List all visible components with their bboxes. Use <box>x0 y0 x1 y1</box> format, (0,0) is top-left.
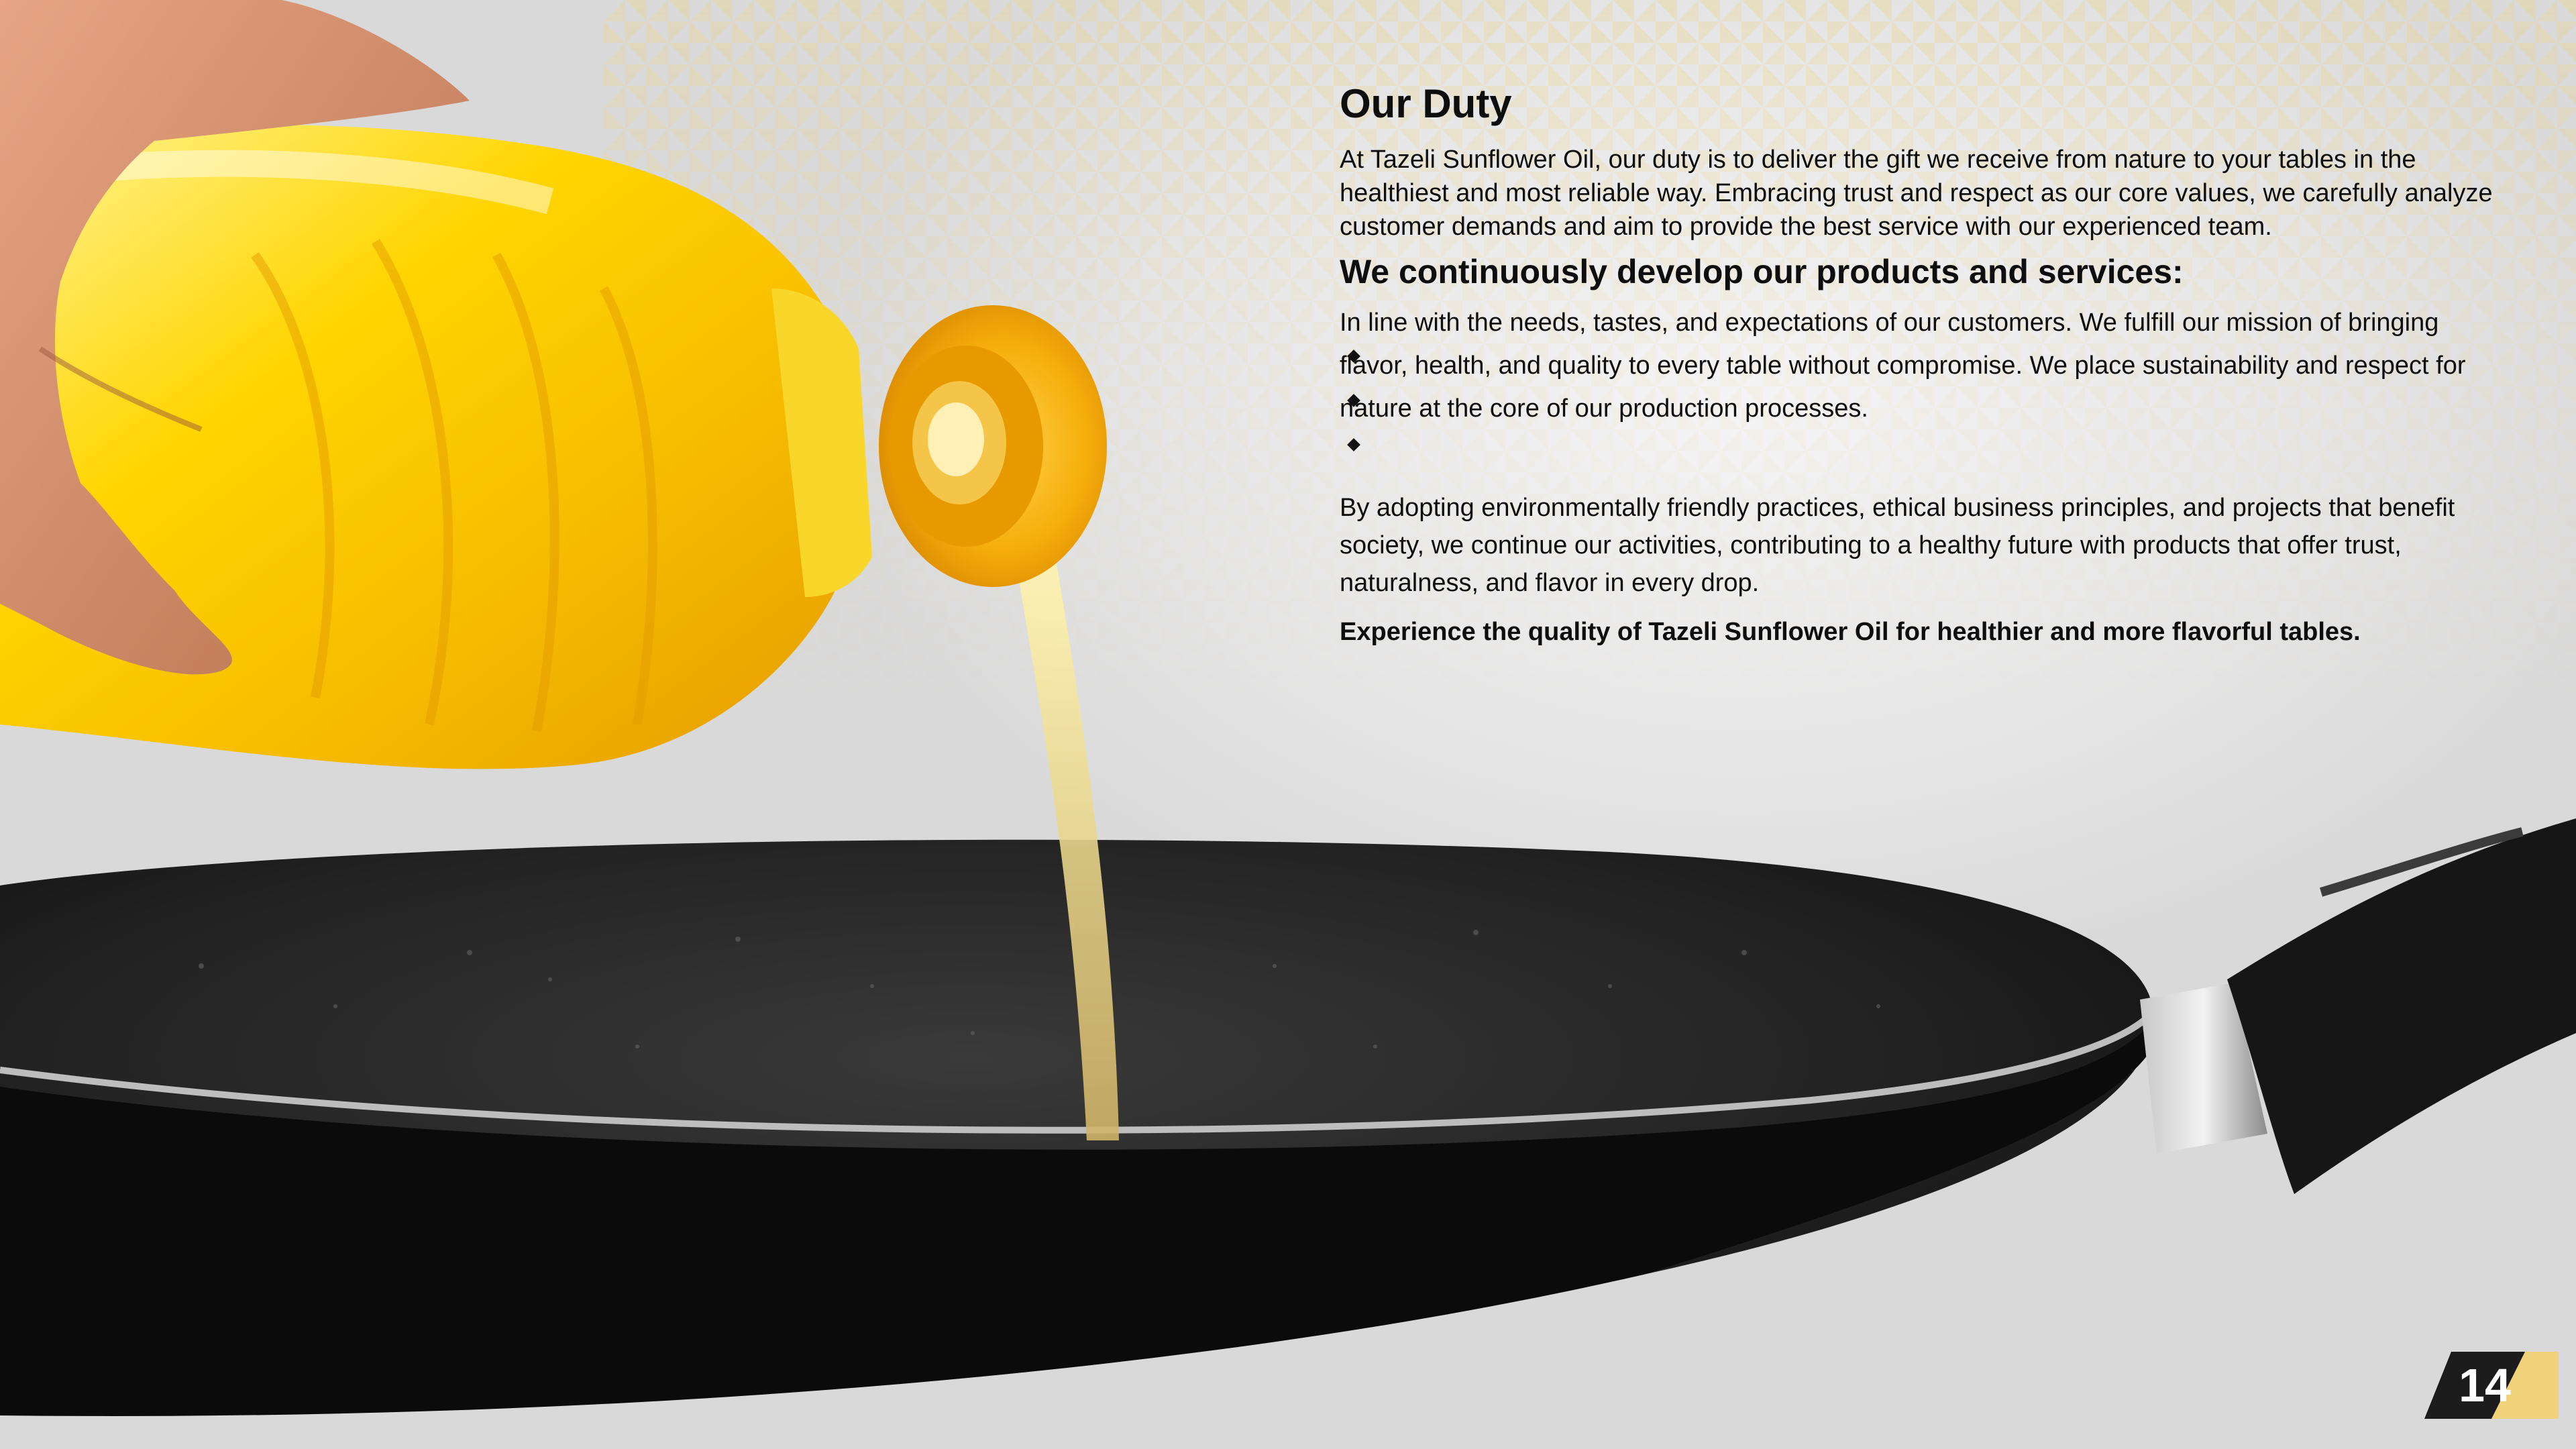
development-paragraph: In line with the needs, tastes, and expe… <box>1340 308 2466 423</box>
bullet-list <box>1347 349 1362 484</box>
closing-statement: Experience the quality of Tazeli Sunflow… <box>1340 617 2361 646</box>
diamond-bullet-icon <box>1347 393 1360 407</box>
page-title: Our Duty <box>1340 81 1512 126</box>
page-number-badge: 14 <box>2424 1352 2559 1419</box>
diamond-bullet-icon <box>1347 437 1360 451</box>
diamond-bullet-icon <box>1347 349 1360 363</box>
page-number: 14 <box>2459 1359 2511 1411</box>
intro-paragraph: At Tazeli Sunflower Oil, our duty is to … <box>1340 146 2493 241</box>
sustainability-paragraph: By adopting environmentally friendly pra… <box>1340 493 2455 597</box>
section-subheading: We continuously develop our products and… <box>1340 253 2184 290</box>
text-panel: Our Duty At Tazeli Sunflower Oil, our du… <box>1340 80 2493 649</box>
